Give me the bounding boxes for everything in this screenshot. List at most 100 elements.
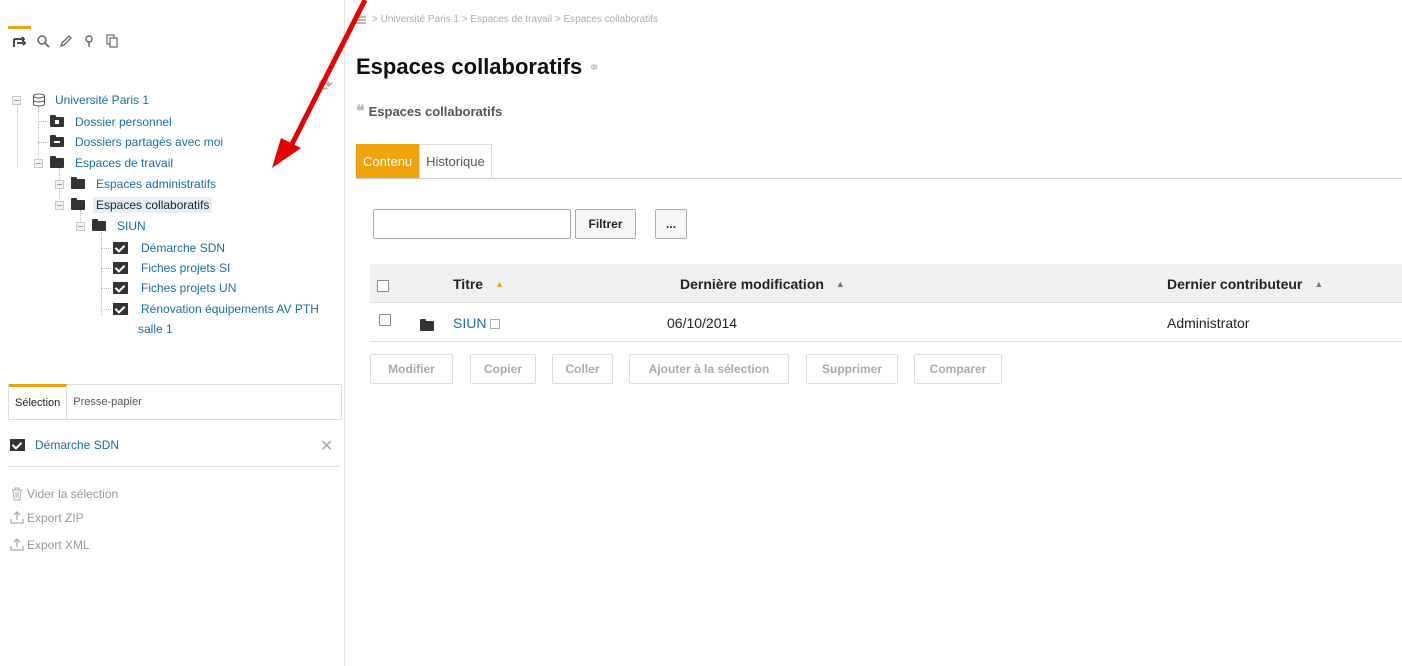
column-modif-label: Dernière modification [680,276,824,292]
quote-icon: ❝ [356,103,365,120]
tree-node-fiches-si[interactable]: Fiches projets SI [113,259,233,277]
copier-button[interactable]: Copier [470,354,536,384]
more-options-button[interactable]: ... [655,209,687,239]
sort-icon: ▲ [835,279,845,289]
column-titre[interactable]: Titre ▲ [453,276,504,292]
shared-folder-icon [50,135,64,147]
pencil-icon[interactable] [54,26,77,56]
tree-node-renovation-cont[interactable]: salle 1 [135,320,176,338]
row-titre-cell[interactable]: SIUN [453,315,501,331]
tree-label: Dossier personnel [75,115,172,129]
tree-label: Université Paris 1 [55,93,150,107]
tree-node-espaces-admin[interactable]: Espaces administratifs [71,175,219,193]
tree-label: Fiches projets UN [141,281,237,295]
tab-contenu[interactable]: Contenu [356,144,420,178]
supprimer-button[interactable]: Supprimer [806,354,898,384]
tree-icon[interactable] [8,26,31,56]
left-toolbar [8,26,123,56]
tree-node-root[interactable]: Université Paris 1 [32,91,152,109]
checked-folder-icon [113,242,128,254]
page-title-text: Espaces collaboratifs [356,54,583,79]
tree-label: Espaces administratifs [96,177,217,191]
page-subtitle: ❝ Espaces collaboratifs [356,101,502,121]
pin-icon[interactable] [77,26,100,56]
export-icon [10,538,24,551]
breadcrumb: > Université Paris 1 > Espaces de travai… [356,14,658,25]
tree-label: Fiches projets SI [141,261,231,275]
refresh-icon[interactable]: ⟳ [318,75,333,96]
tree-label: SIUN [117,219,146,233]
link-icon[interactable]: ⚭ [588,59,600,76]
tab-selection[interactable]: Sélection [9,384,68,419]
table-row[interactable]: SIUN 06/10/2014 Administrator [370,303,1402,342]
trash-icon [12,487,22,501]
expand-icon[interactable] [55,180,64,189]
tree-node-siun[interactable]: SIUN [92,217,149,235]
panel-tabs: Sélection Presse-papier [8,384,342,420]
clear-selection-action[interactable]: Vider la sélection [10,487,118,501]
tree-node-demarche-sdn[interactable]: Démarche SDN [113,239,228,257]
ajouter-selection-button[interactable]: Ajouter à la sélection [629,354,789,384]
private-folder-icon [50,115,64,127]
collapse-icon[interactable] [12,96,21,105]
left-panel: ⟳ Université Paris 1 Dossier personnel D… [0,0,345,666]
table-header: Titre ▲ Dernière modification ▲ Dernier co… [370,264,1402,303]
tree-label: Espaces de travail [75,156,174,170]
divider [8,466,340,467]
tree-label: Rénovation équipements AV PTH [141,302,319,316]
row-modif-cell: 06/10/2014 [667,315,738,331]
checked-folder-icon [113,282,128,294]
export-zip-action[interactable]: Export ZIP [10,511,84,525]
column-contrib[interactable]: Dernier contributeur ▲ [1167,276,1323,292]
filter-button[interactable]: Filtrer [575,209,636,239]
collapse-icon[interactable] [34,159,43,168]
modifier-button[interactable]: Modifier [370,354,453,384]
tree-node-espaces-collab[interactable]: Espaces collaboratifs [71,196,213,214]
copy-icon[interactable] [100,26,123,56]
column-modif[interactable]: Dernière modification ▲ [680,276,845,292]
select-all-checkbox[interactable] [377,280,389,292]
tree-label: salle 1 [138,322,173,336]
clear-selection-label: Vider la sélection [27,487,119,501]
checked-folder-icon [113,262,128,274]
collapse-icon[interactable] [76,222,85,231]
checked-folder-icon [10,439,25,451]
tab-historique[interactable]: Historique [419,144,492,178]
tree-label: Démarche SDN [141,241,226,255]
menu-icon[interactable] [356,15,366,24]
checked-folder-icon [113,303,128,315]
export-zip-label: Export ZIP [27,511,84,525]
tab-clipboard[interactable]: Presse-papier [67,385,147,419]
folder-icon [50,156,64,168]
comparer-button[interactable]: Comparer [914,354,1002,384]
tree-node-espaces-travail[interactable]: Espaces de travail [50,154,176,172]
coller-button[interactable]: Coller [552,354,613,384]
tree-node-fiches-un[interactable]: Fiches projets UN [113,279,239,297]
column-contrib-label: Dernier contributeur [1167,276,1303,292]
tree-node-dossier-personnel[interactable]: Dossier personnel [50,113,175,131]
selection-item-label: Démarche SDN [35,438,120,452]
page-title: Espaces collaboratifs ⚭ [356,54,600,80]
row-titre-link[interactable]: SIUN [453,315,486,331]
external-link-icon[interactable] [490,319,501,329]
folder-icon [71,198,85,210]
row-checkbox[interactable] [379,314,391,326]
breadcrumb-text[interactable]: > Université Paris 1 > Espaces de travai… [372,14,658,25]
column-titre-label: Titre [453,276,484,292]
selection-item[interactable]: Démarche SDN [10,438,119,452]
export-icon [10,511,24,524]
tree-label: Espaces collaboratifs [93,197,213,213]
search-icon[interactable] [31,26,54,56]
tree-node-renovation[interactable]: Rénovation équipements AV PTH [113,300,322,318]
tree-node-dossiers-partages[interactable]: Dossiers partagés avec moi [50,133,226,151]
page-subtitle-text: Espaces collaboratifs [368,104,503,119]
folder-icon [71,177,85,189]
filter-input[interactable] [373,209,571,239]
folder-icon [92,219,106,231]
collapse-icon[interactable] [55,201,64,210]
tree-label: Dossiers partagés avec moi [75,135,224,149]
content-tabs: Contenu Historique [356,144,1402,179]
export-xml-label: Export XML [27,538,90,552]
export-xml-action[interactable]: Export XML [10,538,90,552]
close-icon[interactable]: ✕ [320,436,333,456]
